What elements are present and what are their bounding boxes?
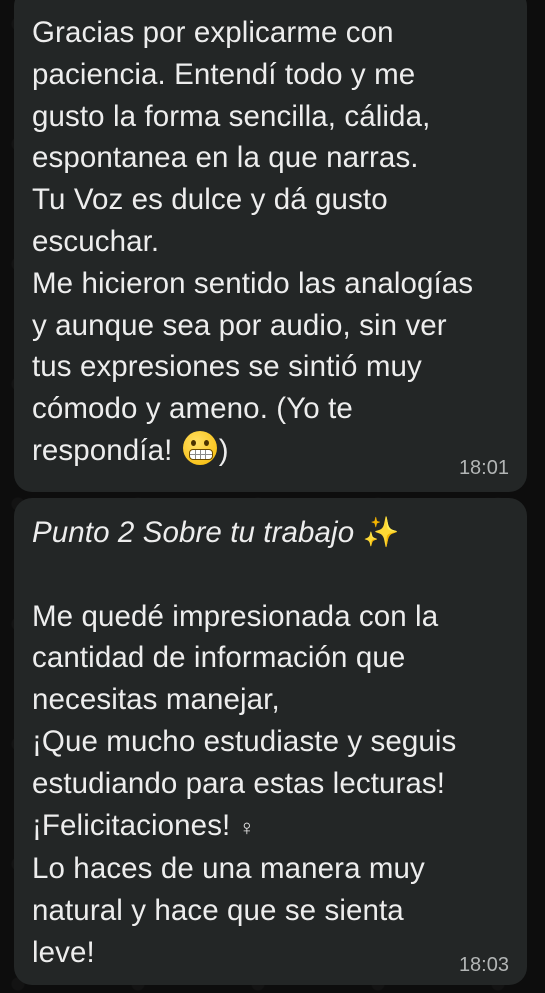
- message-heading-text: Punto 2 Sobre tu trabajo: [32, 516, 363, 549]
- message-timestamp: 18:01: [458, 457, 509, 479]
- message-body-text: Me quedé impresionada con la cantidad de…: [32, 599, 457, 842]
- message-text-content: Gracias por explicarme con paciencia. En…: [32, 16, 474, 467]
- message-bubble[interactable]: Gracias por explicarme con paciencia. En…: [14, 0, 527, 492]
- message-text-closing: ): [218, 433, 229, 467]
- message-heading: Punto 2 Sobre tu trabajo ✨: [32, 512, 517, 554]
- message-timestamp: 18:03: [458, 954, 509, 976]
- message-text: Punto 2 Sobre tu trabajo ✨ Me quedé impr…: [32, 512, 517, 974]
- message-body-ending: Lo haces de una manera muy natural y hac…: [32, 852, 425, 969]
- sparkles-icon: ✨: [362, 516, 400, 549]
- grimacing-face-icon: [182, 430, 217, 465]
- message-bubble[interactable]: Punto 2 Sobre tu trabajo ✨ Me quedé impr…: [14, 498, 527, 985]
- message-text: Gracias por explicarme con paciencia. En…: [32, 12, 517, 472]
- female-sign-icon: ♀: [238, 814, 256, 840]
